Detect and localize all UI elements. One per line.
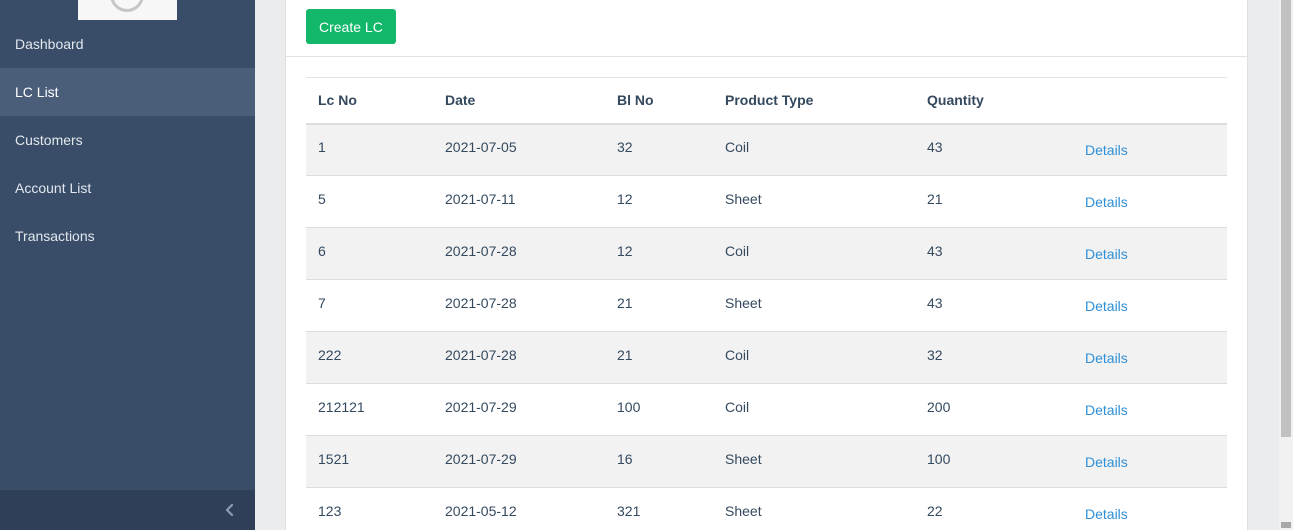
table-row: 5 2021-07-11 12 Sheet 21 Details	[306, 175, 1227, 228]
logo[interactable]	[78, 0, 177, 20]
cell-lc-no: 1521	[306, 435, 433, 488]
cell-bl-no: 12	[605, 227, 713, 280]
cell-quantity: 22	[915, 487, 1073, 530]
sidebar-item-account-list[interactable]: Account List	[0, 164, 255, 212]
table-row: 212121 2021-07-29 100 Coil 200 Details	[306, 383, 1227, 436]
cell-action: Details	[1073, 227, 1227, 280]
cell-product-type: Sheet	[713, 487, 915, 530]
cell-date: 2021-07-28	[433, 227, 605, 280]
table-row: 123 2021-05-12 321 Sheet 22 Details	[306, 487, 1227, 530]
cell-lc-no: 1	[306, 123, 433, 176]
sidebar-item-customers[interactable]: Customers	[0, 116, 255, 164]
cell-quantity: 21	[915, 175, 1073, 228]
cell-bl-no: 21	[605, 331, 713, 384]
cell-lc-no: 5	[306, 175, 433, 228]
card-header: Create LC	[286, 0, 1247, 57]
cell-action: Details	[1073, 175, 1227, 228]
scrollbar-thumb[interactable]	[1281, 0, 1291, 437]
details-link[interactable]: Details	[1085, 142, 1128, 158]
details-link[interactable]: Details	[1085, 350, 1128, 366]
cell-lc-no: 222	[306, 331, 433, 384]
cell-product-type: Coil	[713, 123, 915, 176]
cell-product-type: Coil	[713, 331, 915, 384]
cell-date: 2021-07-29	[433, 383, 605, 436]
cell-quantity: 43	[915, 227, 1073, 280]
table-row: 6 2021-07-28 12 Coil 43 Details	[306, 227, 1227, 280]
cell-date: 2021-07-05	[433, 123, 605, 176]
table-row: 7 2021-07-28 21 Sheet 43 Details	[306, 279, 1227, 332]
sidebar: Dashboard LC List Customers Account List…	[0, 0, 255, 530]
table-row: 1521 2021-07-29 16 Sheet 100 Details	[306, 435, 1227, 488]
cell-bl-no: 100	[605, 383, 713, 436]
cell-action: Details	[1073, 123, 1227, 176]
cell-action: Details	[1073, 487, 1227, 530]
lc-table: Lc No Date Bl No Product Type Quantity 1…	[306, 77, 1227, 530]
lc-list-card: Create LC Lc No Date Bl No Product Type …	[285, 0, 1248, 530]
page-scrollbar[interactable]	[1279, 0, 1293, 530]
column-header-action	[1073, 77, 1227, 125]
cell-lc-no: 7	[306, 279, 433, 332]
cell-action: Details	[1073, 435, 1227, 488]
details-link[interactable]: Details	[1085, 194, 1128, 210]
details-link[interactable]: Details	[1085, 402, 1128, 418]
column-header-product-type[interactable]: Product Type	[713, 77, 915, 125]
cell-product-type: Sheet	[713, 175, 915, 228]
cell-action: Details	[1073, 383, 1227, 436]
create-lc-button[interactable]: Create LC	[306, 9, 396, 44]
cell-product-type: Sheet	[713, 279, 915, 332]
table-row: 222 2021-07-28 21 Coil 32 Details	[306, 331, 1227, 384]
cell-action: Details	[1073, 331, 1227, 384]
sidebar-nav: Dashboard LC List Customers Account List…	[0, 20, 255, 260]
column-header-bl-no[interactable]: Bl No	[605, 77, 713, 125]
cell-date: 2021-05-12	[433, 487, 605, 530]
cell-bl-no: 21	[605, 279, 713, 332]
cell-quantity: 43	[915, 123, 1073, 176]
cell-quantity: 100	[915, 435, 1073, 488]
cell-date: 2021-07-28	[433, 279, 605, 332]
table-row: 1 2021-07-05 32 Coil 43 Details	[306, 123, 1227, 176]
cell-lc-no: 123	[306, 487, 433, 530]
cell-product-type: Coil	[713, 227, 915, 280]
sidebar-footer	[0, 490, 255, 530]
cell-quantity: 32	[915, 331, 1073, 384]
sidebar-item-lc-list[interactable]: LC List	[0, 68, 255, 116]
column-header-date[interactable]: Date	[433, 77, 605, 125]
cell-product-type: Sheet	[713, 435, 915, 488]
table-header-row: Lc No Date Bl No Product Type Quantity	[306, 77, 1227, 125]
column-header-quantity[interactable]: Quantity	[915, 77, 1073, 125]
cell-bl-no: 32	[605, 123, 713, 176]
details-link[interactable]: Details	[1085, 298, 1128, 314]
cell-action: Details	[1073, 279, 1227, 332]
details-link[interactable]: Details	[1085, 454, 1128, 470]
table-body: 1 2021-07-05 32 Coil 43 Details 5 2021-07-11 12 S…	[306, 123, 1227, 530]
sidebar-item-transactions[interactable]: Transactions	[0, 212, 255, 260]
details-link[interactable]: Details	[1085, 246, 1128, 262]
sidebar-item-dashboard[interactable]: Dashboard	[0, 20, 255, 68]
cell-bl-no: 321	[605, 487, 713, 530]
cell-lc-no: 212121	[306, 383, 433, 436]
cell-quantity: 200	[915, 383, 1073, 436]
cell-product-type: Coil	[713, 383, 915, 436]
cell-date: 2021-07-11	[433, 175, 605, 228]
chevron-left-icon[interactable]	[223, 503, 237, 517]
cell-lc-no: 6	[306, 227, 433, 280]
column-header-lc-no[interactable]: Lc No	[306, 77, 433, 125]
cell-bl-no: 12	[605, 175, 713, 228]
cell-bl-no: 16	[605, 435, 713, 488]
cell-date: 2021-07-28	[433, 331, 605, 384]
scroll-down-arrow-icon[interactable]	[1281, 522, 1291, 528]
cell-quantity: 43	[915, 279, 1073, 332]
cell-date: 2021-07-29	[433, 435, 605, 488]
details-link[interactable]: Details	[1085, 506, 1128, 522]
